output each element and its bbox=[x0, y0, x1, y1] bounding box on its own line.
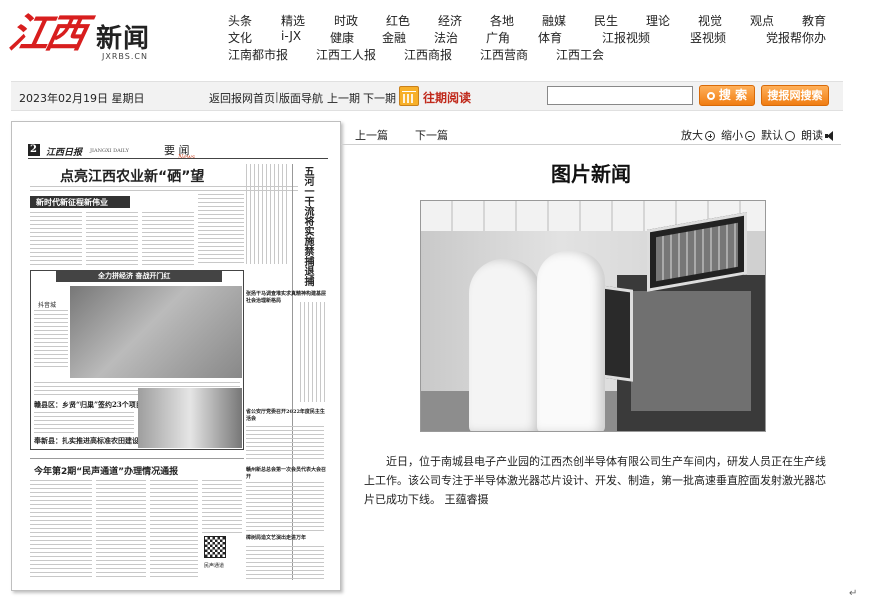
thumb-bottom-headline: 今年第2期“民声通道”办理情况通报 bbox=[34, 467, 179, 477]
thumb-box-label: 抖音城 bbox=[38, 302, 57, 309]
net-search-button-label: 搜报网搜索 bbox=[767, 89, 823, 102]
qr-code bbox=[204, 536, 226, 558]
zoom-in-label: 放大 bbox=[681, 129, 703, 142]
nav-item-jingji[interactable]: 经济 bbox=[438, 12, 462, 29]
article-title: 图片新闻 bbox=[551, 162, 631, 186]
zoom-in-button[interactable]: 放大 bbox=[681, 127, 715, 143]
thumb-mid-item-2: 奉新县：扎实推进高标准农田建设 bbox=[34, 436, 139, 445]
default-size-label: 默认 bbox=[761, 129, 783, 142]
article-toolbar: 上一篇 下一篇 放大 缩小 默认 朗读 bbox=[341, 121, 841, 145]
plus-icon bbox=[705, 131, 715, 141]
thumb-right-item-1: 省公安厅党委召开2022年度民主生活会 bbox=[246, 409, 325, 422]
zoom-out-button[interactable]: 缩小 bbox=[721, 127, 755, 143]
nav-item-jiankang[interactable]: 健康 bbox=[330, 29, 354, 46]
search-button[interactable]: 搜 索 bbox=[699, 85, 755, 106]
nav-item-jiangxi-shangbao[interactable]: 江西商报 bbox=[404, 46, 452, 63]
article-body: 近日，位于南城县电子产业园的江西杰创半导体有限公司生产车间内，研发人员正在生产线… bbox=[364, 455, 826, 506]
nav-item-shijue[interactable]: 视觉 bbox=[698, 12, 722, 29]
logo-url-text: JXRBS.CN bbox=[102, 52, 148, 61]
paper-en-name: JIANGXI DAILY bbox=[90, 148, 129, 154]
prev-issue-link[interactable]: 上一期 bbox=[327, 90, 360, 106]
issue-toolbar: 2023年02月19日 星期日 返回报网首页 | 版面导航 上一期 下一期 往期… bbox=[11, 81, 843, 111]
nav-item-i-jx[interactable]: i-JX bbox=[281, 29, 301, 43]
nav-item-jingxuan[interactable]: 精选 bbox=[281, 12, 305, 29]
site-logo[interactable]: 江西 新闻 JXRBS.CN bbox=[5, 6, 190, 66]
logo-brand-text: 江西 bbox=[5, 10, 88, 57]
default-size-button[interactable]: 默认 bbox=[761, 127, 795, 143]
nav-item-jiangxi-gongrenbao[interactable]: 江西工人报 bbox=[316, 46, 376, 63]
worker-figure bbox=[537, 251, 605, 431]
nav-item-guangjiao[interactable]: 广角 bbox=[486, 29, 510, 46]
thumb-side-sub: 张扬干马调查堆实求真精神构建基层社会治理新格局 bbox=[246, 291, 327, 304]
thumb-side-title: 五河一干流将实施禁捕退捕 bbox=[302, 166, 313, 286]
nav-item-jiangxi-yingshang[interactable]: 江西营商 bbox=[480, 46, 528, 63]
worker-figure bbox=[469, 259, 541, 431]
layout-nav-link[interactable]: 版面导航 bbox=[279, 90, 323, 106]
nav-item-shizheng[interactable]: 时政 bbox=[334, 12, 358, 29]
nav-item-fazhi[interactable]: 法治 bbox=[434, 29, 458, 46]
nav-item-jinrong[interactable]: 金融 bbox=[382, 29, 406, 46]
search-input[interactable] bbox=[547, 86, 693, 105]
nav-item-minsheng[interactable]: 民生 bbox=[594, 12, 618, 29]
page-number: 2 bbox=[30, 144, 37, 155]
nav-item-guandian[interactable]: 观点 bbox=[750, 12, 774, 29]
thumb-right-item-2: 赣州新总总会第一次会员代表大会召开 bbox=[246, 467, 327, 480]
minus-icon bbox=[745, 131, 755, 141]
search-button-label: 搜 索 bbox=[718, 88, 748, 102]
article-photo bbox=[420, 200, 766, 432]
newspaper-page: 2 江西日报 JIANGXI DAILY 要 闻 News 点亮江西农业新“硒”… bbox=[16, 126, 336, 586]
search-icon bbox=[706, 92, 715, 100]
back-home-link[interactable]: 返回报网首页 bbox=[209, 90, 275, 106]
issue-date: 2023年02月19日 星期日 bbox=[19, 92, 145, 105]
nav-item-rongmei[interactable]: 融媒 bbox=[542, 12, 566, 29]
nav-item-jiangnan-dushibao[interactable]: 江南都市报 bbox=[228, 46, 288, 63]
return-mark: ↵ bbox=[849, 588, 858, 599]
nav-item-jiaoyu[interactable]: 教育 bbox=[802, 12, 826, 29]
zoom-out-label: 缩小 bbox=[721, 129, 743, 142]
thumb-mid-item-1: 赣县区：乡贤“归巢”签约23个项目 bbox=[34, 400, 143, 409]
thumb-factory-photo bbox=[70, 286, 242, 378]
circle-icon bbox=[785, 131, 795, 141]
article-panel: 上一篇 下一篇 放大 缩小 默认 朗读 图片新闻 近日，位于南城县电子产业园的江… bbox=[341, 121, 841, 599]
logo-suffix-text: 新闻 bbox=[96, 24, 151, 54]
nav-item-wenhua[interactable]: 文化 bbox=[228, 29, 252, 46]
thumb-headline: 点亮江西农业新“硒”望 bbox=[60, 169, 205, 185]
nav-item-lilun[interactable]: 理论 bbox=[646, 12, 670, 29]
calendar-icon bbox=[399, 86, 419, 106]
qr-label: 民声通道 bbox=[204, 563, 225, 569]
prev-article-link[interactable]: 上一篇 bbox=[355, 127, 388, 143]
thumb-lab-photo bbox=[138, 388, 242, 448]
paper-name: 江西日报 bbox=[46, 148, 83, 158]
nav-item-vertical-video[interactable]: 竖视频 bbox=[690, 29, 726, 46]
next-issue-link[interactable]: 下一期 bbox=[363, 90, 396, 106]
thumb-subheadline: 新时代新征程新伟业 bbox=[36, 197, 108, 207]
history-reading-button[interactable]: 往期阅读 bbox=[399, 86, 473, 106]
nav-item-hongse[interactable]: 红色 bbox=[386, 12, 410, 29]
nav-item-jiangbao-video[interactable]: 江报视频 bbox=[602, 29, 650, 46]
next-article-link[interactable]: 下一篇 bbox=[415, 127, 448, 143]
net-search-button[interactable]: 搜报网搜索 bbox=[761, 85, 829, 106]
nav-item-tiyu[interactable]: 体育 bbox=[538, 29, 562, 46]
read-aloud-button[interactable]: 朗读 bbox=[801, 127, 834, 143]
page-thumbnail[interactable]: 2 江西日报 JIANGXI DAILY 要 闻 News 点亮江西农业新“硒”… bbox=[11, 121, 341, 591]
read-aloud-label: 朗读 bbox=[801, 129, 823, 142]
speaker-icon bbox=[825, 131, 834, 141]
nav-item-toutiao[interactable]: 头条 bbox=[228, 12, 252, 29]
nav-item-gedi[interactable]: 各地 bbox=[490, 12, 514, 29]
nav-item-jiangxi-gonghui[interactable]: 江西工会 bbox=[556, 46, 604, 63]
history-reading-label: 往期阅读 bbox=[423, 91, 472, 105]
thumb-right-item-3: 樟树局造文艺演出走进万年 bbox=[246, 535, 307, 541]
thumb-banner: 全力拼经济 奋战开门红 bbox=[98, 271, 171, 280]
nav-item-help[interactable]: 党报帮你办 bbox=[766, 29, 826, 46]
